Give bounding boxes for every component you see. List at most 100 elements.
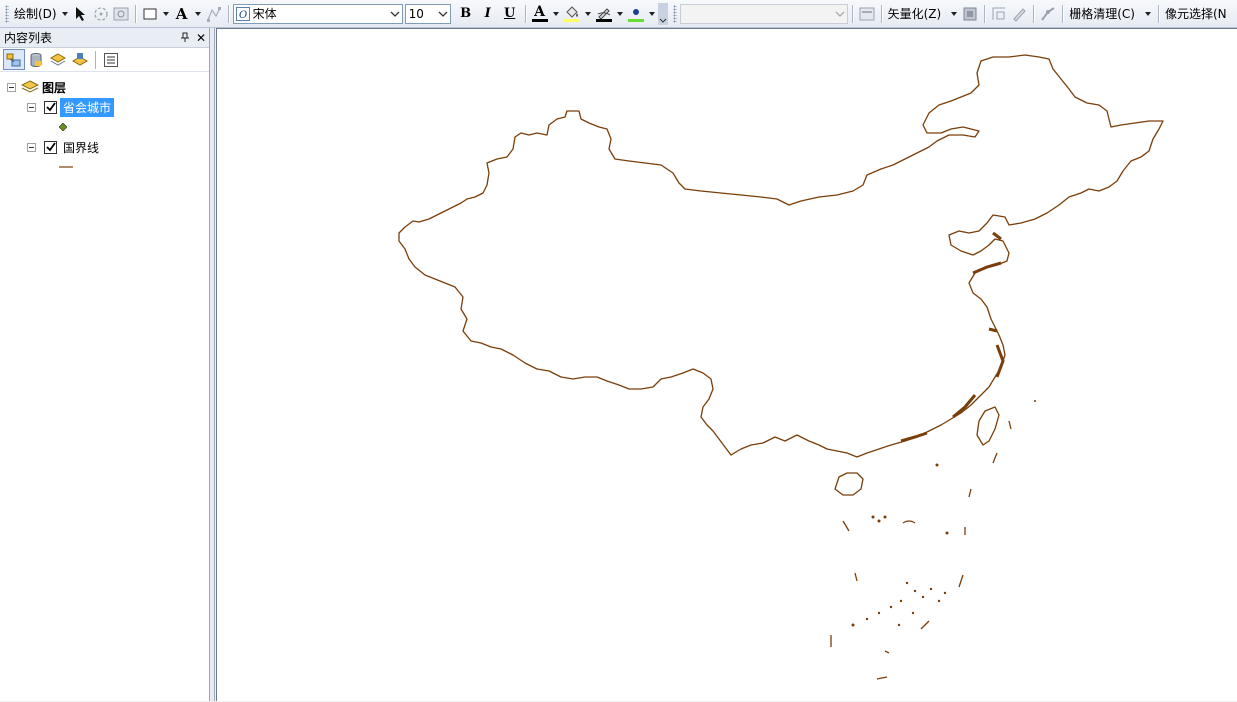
island-dot[interactable]: [913, 589, 917, 593]
underline-button[interactable]: U: [499, 6, 521, 21]
draw-menu-button[interactable]: 绘制(D): [12, 4, 59, 24]
pixel-select-menu-button[interactable]: 像元选择(N: [1163, 4, 1229, 24]
island-dot[interactable]: [943, 591, 947, 595]
toolbar-grip[interactable]: [5, 4, 9, 23]
toc-options-button[interactable]: [100, 49, 122, 70]
shortest-path-button[interactable]: [1038, 3, 1058, 25]
island-dot[interactable]: [911, 611, 915, 615]
sea-boundary-fragment[interactable]: [992, 452, 998, 464]
sea-boundary-fragment[interactable]: [842, 520, 850, 532]
panel-splitter[interactable]: [210, 28, 215, 701]
collapse-icon[interactable]: [7, 82, 16, 92]
island-dot[interactable]: [897, 623, 901, 627]
font-color-dropdown-icon[interactable]: [552, 11, 559, 16]
italic-button[interactable]: I: [477, 6, 499, 21]
national-boundary-line[interactable]: [398, 54, 1164, 458]
map-canvas[interactable]: [217, 29, 1237, 702]
sea-boundary-fragment[interactable]: [1008, 420, 1012, 430]
select-elements-button[interactable]: [71, 3, 91, 25]
sea-boundary-fragment[interactable]: [902, 520, 916, 524]
raster-snapping-button[interactable]: [989, 3, 1009, 25]
toolbar-overflow-button[interactable]: [657, 2, 668, 25]
zoom-to-selected-button[interactable]: [111, 3, 131, 25]
island-dot[interactable]: [877, 611, 881, 615]
island-dot[interactable]: [883, 515, 887, 519]
text-tool-dropdown-icon[interactable]: [194, 11, 201, 16]
island-dot[interactable]: [921, 595, 925, 599]
layer-label[interactable]: 省会城市: [60, 97, 115, 117]
edit-vertices-button[interactable]: [204, 3, 224, 25]
line-symbol-legend[interactable]: [59, 158, 73, 176]
sea-boundary-fragment[interactable]: [876, 676, 888, 680]
coastline-detail[interactable]: [995, 344, 1005, 378]
marker-color-dropdown-icon[interactable]: [648, 11, 655, 16]
list-by-drawing-order-button[interactable]: [3, 49, 25, 70]
island-dot[interactable]: [945, 531, 949, 535]
rotate-button[interactable]: [91, 3, 111, 25]
coastline-detail[interactable]: [992, 231, 1002, 241]
raster-settings-button[interactable]: [857, 3, 877, 25]
line-color-button[interactable]: [594, 3, 614, 25]
island-dot[interactable]: [865, 617, 869, 621]
fill-color-button[interactable]: [562, 3, 582, 25]
font-size-combo[interactable]: 10: [404, 3, 451, 24]
island-dot[interactable]: [905, 581, 909, 585]
raster-clean-dropdown-icon[interactable]: [1144, 11, 1151, 16]
coastline-detail[interactable]: [900, 431, 928, 443]
generate-features-button[interactable]: [960, 3, 980, 25]
vectorize-dropdown-icon[interactable]: [951, 11, 958, 16]
bold-button[interactable]: B: [455, 6, 477, 21]
draw-menu-dropdown-icon[interactable]: [61, 11, 68, 16]
chevron-down-icon[interactable]: [833, 5, 847, 23]
sea-boundary-fragment[interactable]: [884, 650, 890, 654]
layer-item-boundary[interactable]: 国界线: [27, 138, 102, 156]
map-view[interactable]: [216, 28, 1237, 701]
tree-root-label[interactable]: 图层: [39, 78, 69, 97]
point-symbol-legend[interactable]: [59, 118, 67, 136]
layer-visibility-checkbox[interactable]: [44, 140, 57, 154]
vectorize-menu-button[interactable]: 矢量化(Z): [886, 4, 944, 24]
layer-visibility-checkbox[interactable]: [44, 100, 57, 114]
coastline-detail[interactable]: [972, 261, 1002, 275]
text-tool-button[interactable]: A: [172, 3, 192, 25]
coastline-detail[interactable]: [952, 394, 977, 419]
sea-boundary-fragment[interactable]: [920, 620, 930, 630]
fill-color-dropdown-icon[interactable]: [584, 11, 591, 16]
list-by-visibility-button[interactable]: [47, 49, 69, 70]
coastline-detail[interactable]: [988, 327, 998, 333]
line-color-dropdown-icon[interactable]: [616, 11, 623, 16]
island-dot[interactable]: [877, 519, 881, 523]
sea-boundary-fragment[interactable]: [854, 572, 858, 582]
hainan-island[interactable]: [834, 472, 864, 496]
layer-item-capitals[interactable]: 省会城市: [27, 97, 115, 117]
island-dot[interactable]: [871, 515, 875, 519]
toolbar-grip[interactable]: [672, 4, 677, 23]
list-by-source-button[interactable]: [25, 49, 47, 70]
chevron-down-icon[interactable]: [388, 5, 402, 23]
font-color-button[interactable]: A: [530, 3, 550, 25]
font-name-combo[interactable]: O 宋体: [232, 3, 403, 24]
island-dot[interactable]: [889, 605, 893, 609]
island-dot[interactable]: [935, 463, 939, 467]
island-dot[interactable]: [929, 587, 933, 591]
rectangle-tool-button[interactable]: [140, 3, 160, 25]
chevron-down-icon[interactable]: [436, 5, 450, 23]
layer-label[interactable]: 国界线: [60, 138, 102, 157]
island-dot[interactable]: [937, 599, 941, 603]
island-dot[interactable]: [1034, 400, 1036, 402]
collapse-icon[interactable]: [27, 142, 36, 152]
island-dot[interactable]: [851, 623, 855, 627]
close-panel-button[interactable]: ✕: [193, 31, 209, 45]
sea-boundary-fragment[interactable]: [958, 574, 964, 588]
pin-icon[interactable]: [177, 31, 193, 45]
list-by-selection-button[interactable]: [69, 49, 91, 70]
sea-boundary-fragment[interactable]: [968, 488, 972, 498]
island-dot[interactable]: [899, 599, 903, 603]
rectangle-dropdown-icon[interactable]: [162, 11, 169, 16]
marker-color-button[interactable]: [626, 3, 646, 25]
target-layer-combo[interactable]: [679, 3, 848, 24]
collapse-icon[interactable]: [27, 102, 36, 112]
taiwan-island[interactable]: [976, 406, 1000, 446]
vectorization-trace-button[interactable]: [1009, 3, 1029, 25]
raster-clean-menu-button[interactable]: 栅格清理(C): [1067, 4, 1137, 24]
